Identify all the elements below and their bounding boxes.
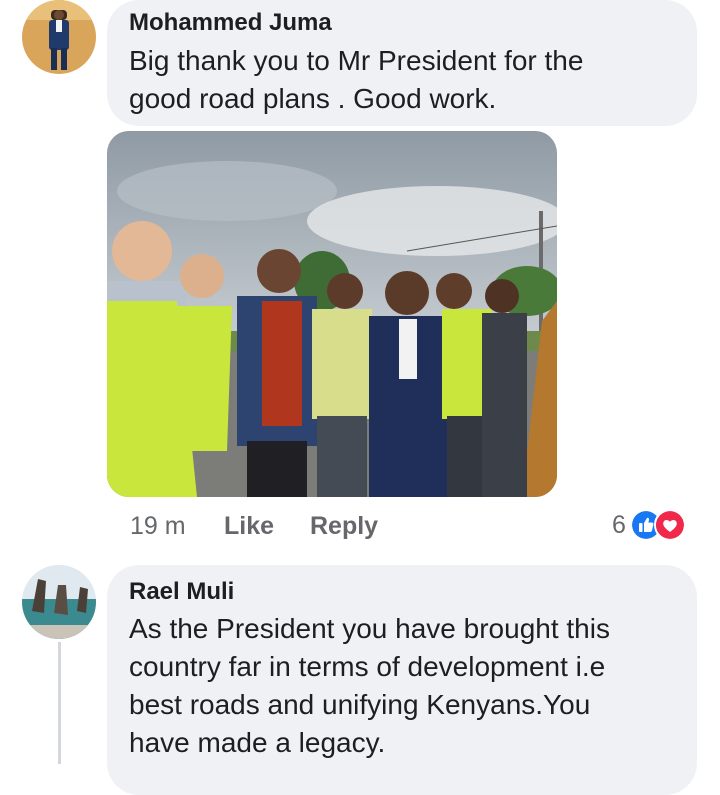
comment-author[interactable]: Rael Muli	[129, 578, 234, 606]
comment-author[interactable]: Mohammed Juma	[129, 9, 332, 37]
avatar-mohammed-juma[interactable]	[22, 0, 96, 74]
reaction-count: 6	[612, 510, 626, 539]
comment-photo[interactable]	[107, 131, 557, 497]
avatar-rael-muli[interactable]	[22, 565, 96, 639]
like-button[interactable]: Like	[224, 510, 274, 542]
comment-text: As the President you have brought this c…	[129, 613, 610, 758]
comment-timestamp[interactable]: 19 m	[130, 510, 186, 542]
reaction-summary[interactable]: 6	[612, 508, 686, 542]
reply-button[interactable]: Reply	[310, 510, 378, 542]
comment-text: Big thank you to Mr President for the go…	[129, 45, 584, 114]
love-icon	[653, 509, 686, 541]
reply-thread-line	[58, 642, 61, 764]
